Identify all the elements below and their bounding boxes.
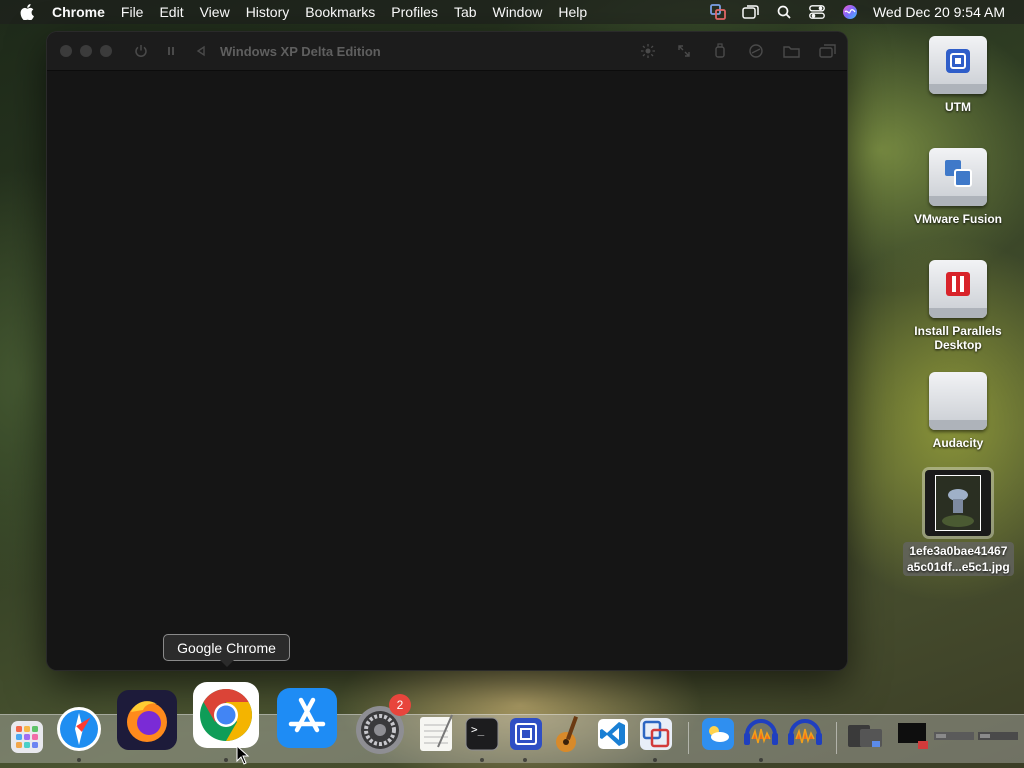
apple-menu-icon[interactable] [20,4,34,20]
shared-folder-icon[interactable] [783,42,801,60]
power-icon[interactable] [132,42,150,60]
image-thumbnail [925,470,991,536]
vm-window-titlebar[interactable]: Windows XP Delta Edition [47,32,847,71]
utm-running-indicator [523,758,527,762]
image-file-label: 1efe3a0bae41467 a5c01df...e5c1.jpg [903,542,1014,576]
display-brightness-icon[interactable] [639,42,657,60]
recent-window-thumbnail[interactable] [846,720,886,752]
pause-icon[interactable] [162,42,180,60]
minimize-button[interactable] [80,45,92,57]
desktop-icon-audacity[interactable]: Audacity [903,372,1013,450]
desktop-icon-vmware-fusion[interactable]: VMware Fusion [903,148,1013,226]
menu-history[interactable]: History [238,0,298,24]
mouse-cursor-icon [236,745,250,765]
dock-tooltip: Google Chrome [163,634,290,667]
menu-bookmarks[interactable]: Bookmarks [297,0,383,24]
siri-icon[interactable] [838,0,862,24]
firefox-icon[interactable] [117,690,177,750]
desktop-icon-utm[interactable]: UTM [903,36,1013,114]
spotlight-search-icon[interactable] [772,0,796,24]
desktop-icon-install-parallels[interactable]: Install Parallels Desktop [903,260,1013,352]
recent-window-thumbnail-2[interactable] [892,720,932,752]
utm-dock-icon[interactable] [508,716,544,752]
vscode-icon[interactable] [596,716,630,752]
close-button[interactable] [60,45,72,57]
resize-icon[interactable] [675,42,693,60]
parallels-disk-icon [929,260,987,318]
menu-window[interactable]: Window [485,0,551,24]
vmware-running-indicator [653,758,657,762]
desktop-icon-image-file[interactable]: 1efe3a0bae41467 a5c01df...e5c1.jpg [903,470,1014,576]
restart-icon[interactable] [192,42,210,60]
windows-icon[interactable] [819,42,837,60]
svg-text:>_: >_ [471,723,485,736]
zoom-button[interactable] [100,45,112,57]
dock-separator [688,722,689,754]
desktop-icon-label: Audacity [932,436,984,450]
audacity-2-dock-icon[interactable] [784,712,826,752]
window-controls [60,45,120,57]
audacity-disk-icon [929,372,987,430]
vm-window[interactable]: Windows XP Delta Edition [47,32,847,670]
menu-edit[interactable]: Edit [151,0,191,24]
utm-disk-icon [929,36,987,94]
audacity-running-indicator [759,758,763,762]
menu-help[interactable]: Help [550,0,595,24]
menu-view[interactable]: View [192,0,238,24]
garageband-icon[interactable] [551,714,587,754]
textedit-icon[interactable] [417,712,457,754]
window-switcher-icon[interactable] [739,0,763,24]
audacity-dock-icon[interactable] [740,712,782,752]
chrome-running-indicator [224,758,228,762]
chrome-icon[interactable] [193,682,259,748]
desktop-icon-label: Install Parallels Desktop [914,324,1002,352]
vmware-disk-icon [929,148,987,206]
launchpad-icon[interactable] [8,718,46,756]
menu-app-chrome[interactable]: Chrome [48,0,113,24]
menu-bar: Chrome File Edit View History Bookmarks … [0,0,1024,24]
desktop-icon-label: UTM [945,100,971,114]
vmware-fusion-dock-icon[interactable] [638,716,674,752]
vm-window-title: Windows XP Delta Edition [220,43,381,59]
vmware-status-icon[interactable] [706,0,730,24]
menu-tab[interactable]: Tab [446,0,485,24]
menu-profiles[interactable]: Profiles [383,0,446,24]
menu-clock[interactable]: Wed Dec 20 9:54 AM [873,4,1005,20]
terminal-icon[interactable]: >_ [464,716,500,752]
weather-icon[interactable] [700,716,736,752]
safari-icon[interactable] [54,704,104,754]
terminal-running-indicator [480,758,484,762]
recent-window-thumbnail-4[interactable] [978,724,1018,748]
app-store-icon[interactable] [274,686,340,750]
usb-icon[interactable] [711,42,729,60]
vm-display-area[interactable] [47,71,847,670]
safari-running-indicator [77,758,81,762]
control-center-icon[interactable] [805,0,829,24]
dock-separator [836,722,837,754]
desktop-icon-label: VMware Fusion [913,212,1002,226]
menu-file[interactable]: File [113,0,152,24]
system-settings-badge: 2 [389,694,411,716]
recent-window-thumbnail-3[interactable] [934,724,974,748]
drive-icon[interactable] [747,42,765,60]
